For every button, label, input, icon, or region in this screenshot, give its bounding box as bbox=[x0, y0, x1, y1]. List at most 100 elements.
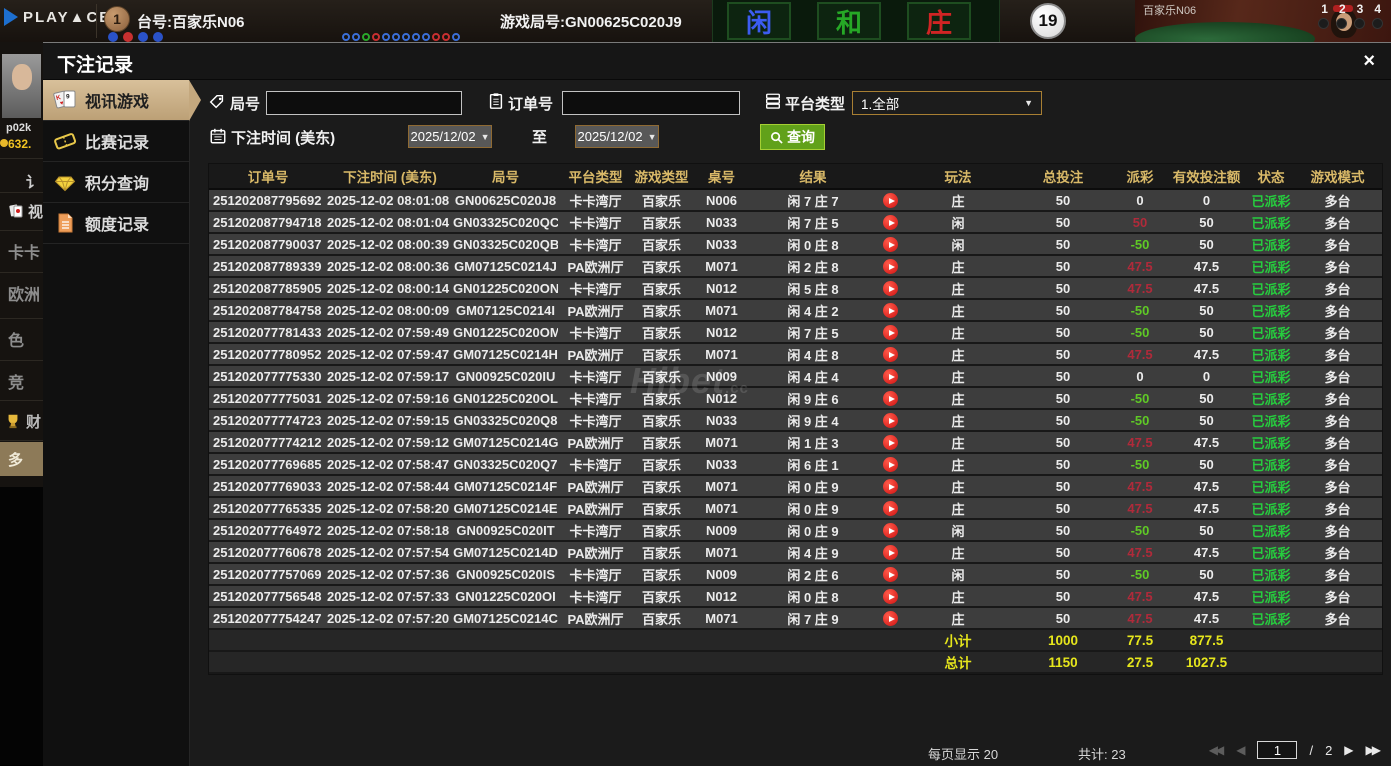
cell-time: 2025-12-02 08:00:39 bbox=[327, 236, 450, 252]
cell-mode: 多台 bbox=[1324, 479, 1351, 495]
table-body: 251202087795692 2025-12-02 08:01:08 GN0062… bbox=[209, 190, 1382, 630]
cell-game: 百家乐 bbox=[641, 545, 681, 561]
platform-select-value: 1.全部 bbox=[861, 97, 900, 112]
cell-order: 251202077760678 bbox=[213, 544, 322, 560]
sidebar-item-2[interactable]: 积分查询 bbox=[43, 162, 189, 203]
bead-ring bbox=[422, 33, 430, 41]
cell-bet: 50 bbox=[1055, 280, 1071, 296]
table-row: 251202077754247 2025-12-02 07:57:20 GM0712… bbox=[209, 608, 1382, 630]
platform-list-icon bbox=[764, 92, 782, 110]
cell-platform: 卡卡湾厅 bbox=[569, 193, 622, 209]
cell-round: GN03325C020Q8 bbox=[453, 412, 558, 428]
dealer-video-thumbnail[interactable]: 百家乐N06 1234 bbox=[1135, 0, 1391, 42]
cell-mode: 多台 bbox=[1324, 435, 1351, 451]
replay-play-icon[interactable] bbox=[883, 567, 898, 583]
next-page-icon[interactable]: ▶ bbox=[1344, 743, 1353, 757]
cell-order: 251202077775031 bbox=[213, 390, 322, 406]
cell-payout: 47.5 bbox=[1127, 588, 1153, 604]
order-filter-input[interactable] bbox=[562, 91, 740, 115]
replay-play-icon[interactable] bbox=[883, 369, 898, 385]
cell-result: 闲 7 庄 5 bbox=[787, 325, 839, 341]
cell-result: 闲 0 庄 8 bbox=[787, 237, 839, 253]
table-row: 251202077780952 2025-12-02 07:59:47 GM0712… bbox=[209, 344, 1382, 366]
cell-valid: 47.5 bbox=[1193, 434, 1220, 450]
table-header-row: 订单号 下注时间 (美东) 局号 平台类型 游戏类型 桌号 结果 玩法 总投注 派彩 有效投注额 状态… bbox=[209, 164, 1382, 190]
cell-bet: 50 bbox=[1055, 214, 1071, 230]
cell-time: 2025-12-02 07:59:15 bbox=[327, 412, 450, 428]
cell-bet: 50 bbox=[1055, 500, 1071, 516]
bet-tie-cell[interactable]: 和 bbox=[817, 2, 881, 40]
replay-play-icon[interactable] bbox=[883, 237, 898, 253]
round-filter-input[interactable] bbox=[266, 91, 462, 115]
replay-play-icon[interactable] bbox=[883, 479, 898, 495]
table-row: 251202077775330 2025-12-02 07:59:17 GN0092… bbox=[209, 366, 1382, 388]
cell-table: M071 bbox=[705, 610, 738, 626]
cell-table: N033 bbox=[705, 214, 738, 230]
cell-play: 闲 bbox=[951, 215, 965, 231]
cell-mode: 多台 bbox=[1324, 523, 1351, 539]
bg-nav-partial-7: 多 bbox=[0, 442, 43, 476]
video-table-label: 百家乐N06 bbox=[1143, 5, 1197, 17]
replay-play-icon[interactable] bbox=[883, 457, 898, 473]
search-button[interactable]: 查询 bbox=[760, 124, 825, 150]
bead-dot bbox=[138, 32, 148, 42]
replay-play-icon[interactable] bbox=[883, 259, 898, 275]
cell-bet: 50 bbox=[1055, 456, 1071, 472]
replay-play-icon[interactable] bbox=[883, 589, 898, 605]
cell-time: 2025-12-02 08:00:09 bbox=[327, 302, 450, 318]
cell-status: 已派彩 bbox=[1251, 325, 1291, 341]
sidebar-item-0[interactable]: K ♥ 9 视讯游戏 bbox=[43, 80, 201, 121]
replay-play-icon[interactable] bbox=[883, 281, 898, 297]
cell-platform: 卡卡湾厅 bbox=[569, 523, 622, 539]
bead-road bbox=[108, 32, 163, 42]
replay-play-icon[interactable] bbox=[883, 391, 898, 407]
replay-play-icon[interactable] bbox=[883, 325, 898, 341]
replay-play-icon[interactable] bbox=[883, 545, 898, 561]
cell-status: 已派彩 bbox=[1251, 523, 1291, 539]
replay-play-icon[interactable] bbox=[883, 523, 898, 539]
replay-play-icon[interactable] bbox=[883, 215, 898, 231]
cell-platform: 卡卡湾厅 bbox=[569, 413, 622, 429]
replay-play-icon[interactable] bbox=[883, 413, 898, 429]
cell-table: N012 bbox=[705, 390, 738, 406]
cell-play: 庄 bbox=[951, 545, 965, 561]
dialog-header: 下注记录 × bbox=[43, 43, 1391, 80]
cell-payout: 47.5 bbox=[1127, 610, 1153, 626]
sidebar-item-label: 视讯游戏 bbox=[85, 94, 150, 111]
cell-result: 闲 0 庄 9 bbox=[787, 479, 839, 495]
last-page-icon[interactable]: ▶▶ bbox=[1366, 743, 1382, 757]
replay-play-icon[interactable] bbox=[883, 611, 898, 627]
replay-play-icon[interactable] bbox=[883, 347, 898, 363]
page-number-input[interactable] bbox=[1257, 741, 1298, 759]
replay-play-icon[interactable] bbox=[883, 435, 898, 451]
first-page-icon[interactable]: ◀◀ bbox=[1209, 743, 1225, 757]
bet-banker-cell[interactable]: 庄 bbox=[907, 2, 971, 40]
cell-payout: 47.5 bbox=[1127, 280, 1153, 296]
close-icon[interactable]: × bbox=[1363, 48, 1375, 74]
cell-time: 2025-12-02 08:00:14 bbox=[327, 280, 450, 296]
prev-page-icon[interactable]: ◀ bbox=[1236, 743, 1245, 757]
cell-play: 庄 bbox=[951, 369, 965, 385]
cell-valid: 0 bbox=[1202, 368, 1211, 384]
sidebar-item-3[interactable]: 额度记录 bbox=[43, 203, 189, 244]
cell-game: 百家乐 bbox=[641, 501, 681, 517]
table-row: 251202077769033 2025-12-02 07:58:44 GM0712… bbox=[209, 476, 1382, 498]
svg-text:9: 9 bbox=[66, 94, 70, 101]
bet-player-cell[interactable]: 闲 bbox=[727, 2, 791, 40]
cell-replay bbox=[873, 236, 908, 253]
platform-select[interactable]: 1.全部 ▼ bbox=[852, 91, 1042, 115]
replay-play-icon[interactable] bbox=[883, 193, 898, 209]
replay-play-icon[interactable] bbox=[883, 501, 898, 517]
order-filter-label: 订单号 bbox=[508, 96, 554, 113]
date-from-dropdown[interactable]: 2025/12/02 ▼ bbox=[408, 125, 492, 148]
table-row: 251202087785905 2025-12-02 08:00:14 GN0122… bbox=[209, 278, 1382, 300]
dialog-title: 下注记录 bbox=[57, 55, 134, 76]
date-to-dropdown[interactable]: 2025/12/02 ▼ bbox=[575, 125, 659, 148]
cell-result: 闲 7 庄 9 bbox=[787, 611, 839, 627]
cell-payout: 47.5 bbox=[1127, 544, 1153, 560]
document-icon bbox=[53, 212, 77, 234]
replay-play-icon[interactable] bbox=[883, 303, 898, 319]
cell-time: 2025-12-02 07:59:49 bbox=[327, 324, 450, 340]
sidebar-item-1[interactable]: 比赛记录 bbox=[43, 121, 189, 162]
cell-table: N033 bbox=[705, 236, 738, 252]
